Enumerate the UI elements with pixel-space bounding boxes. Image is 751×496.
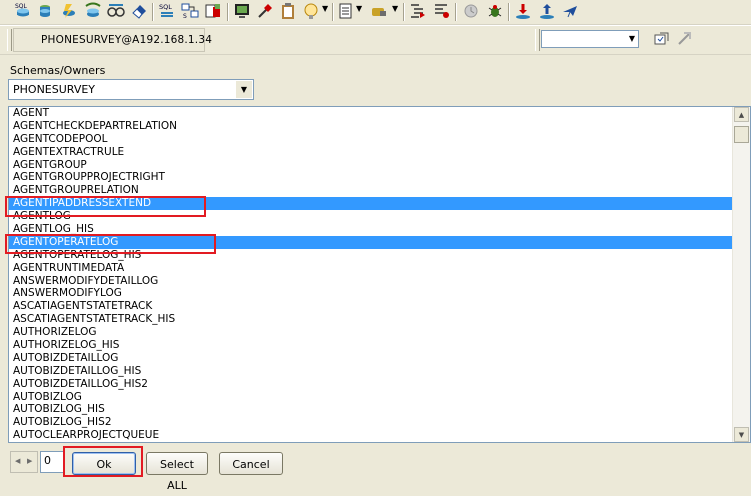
query-builder-icon[interactable]: S — [181, 2, 199, 20]
sql-green-icon[interactable] — [84, 2, 102, 20]
eraser-icon[interactable] — [130, 2, 148, 20]
sql-icon[interactable]: SQL — [158, 2, 176, 20]
list-item[interactable]: AUTHORIZELOG_HIS — [9, 339, 733, 352]
vertical-scrollbar[interactable]: ▲ ▼ — [732, 107, 750, 442]
monitor-icon[interactable] — [233, 2, 251, 20]
list-item[interactable]: ASCATIAGENTSTATETRACK — [9, 300, 733, 313]
disable-icon[interactable] — [462, 2, 480, 20]
import-icon[interactable] — [514, 2, 532, 20]
list-item[interactable]: AGENTRUNTIMEDATA — [9, 262, 733, 275]
list-item[interactable]: AUTOBIZLOG — [9, 391, 733, 404]
chevron-down-icon[interactable]: ▼ — [235, 81, 252, 98]
list-item[interactable]: ANSWERMODIFYLOG — [9, 287, 733, 300]
scroll-up-icon[interactable]: ▲ — [734, 107, 749, 122]
highlight-box — [63, 446, 143, 477]
list-item[interactable]: AUTOBIZLOG_HIS2 — [9, 416, 733, 429]
list-item[interactable]: AUTOBIZLOG_HIS — [9, 403, 733, 416]
list-item[interactable]: AUTOBIZDETAILLOG_HIS2 — [9, 378, 733, 391]
cancel-button[interactable]: Cancel — [219, 452, 283, 475]
list-item[interactable]: AGENTCHECKDEPARTRELATION — [9, 120, 733, 133]
select-all-button[interactable]: Select ALL — [146, 452, 208, 492]
chevron-down-icon[interactable]: ▼ — [629, 34, 635, 43]
table-export-icon[interactable] — [204, 2, 222, 20]
highlight-box — [5, 196, 206, 217]
schema-label: Schemas/Owners — [10, 64, 106, 77]
toolbar-handle[interactable] — [7, 29, 12, 51]
indent-icon[interactable] — [409, 2, 427, 20]
list-item[interactable]: AGENTGROUP — [9, 159, 733, 172]
toolbar-handle[interactable] — [535, 29, 540, 51]
list-item[interactable]: AGENT — [9, 107, 733, 120]
list-item[interactable]: AUTOCLEARPROJECTQUEUE — [9, 429, 733, 442]
debug-icon[interactable] — [486, 2, 504, 20]
chevron-right-icon[interactable]: ▶ — [27, 457, 32, 465]
toolbar: SQL SQL S ▼ ▼ ▼ — [0, 0, 751, 25]
connection-field[interactable]: PHONESURVEY@A192.168.1.34 — [13, 28, 212, 52]
plane-icon[interactable] — [561, 2, 579, 20]
schema-select-value: PHONESURVEY — [13, 83, 96, 96]
document-icon[interactable] — [337, 2, 355, 20]
list-item[interactable]: AUTOBIZDETAILLOG_HIS — [9, 365, 733, 378]
highlight-box — [5, 234, 216, 254]
connection-label: PHONESURVEY@A192.168.1.34 — [41, 34, 213, 46]
list-item[interactable]: AGENTCODEPOOL — [9, 133, 733, 146]
list-item[interactable]: AUTHORIZELOG — [9, 326, 733, 339]
commit-icon[interactable] — [654, 31, 670, 47]
tools-icon[interactable] — [370, 2, 388, 20]
list-item[interactable]: ANSWERMODIFYDETAILLOG — [9, 275, 733, 288]
compile-icon[interactable] — [60, 2, 78, 20]
object-list-items: AGENT AGENTCHECKDEPARTRELATION AGENTCODEPO… — [9, 107, 733, 442]
connection-combo[interactable]: ▼ — [541, 30, 639, 48]
sql-explain-icon[interactable] — [107, 2, 125, 20]
list-item[interactable]: AGENTEXTRACTRULE — [9, 146, 733, 159]
sql-db-icon[interactable]: SQL — [14, 2, 32, 20]
schema-select[interactable]: PHONESURVEY ▼ — [8, 79, 254, 100]
wand-icon[interactable] — [256, 2, 274, 20]
svg-text:S: S — [183, 13, 187, 20]
list-item[interactable]: AGENTGROUPPROJECTRIGHT — [9, 171, 733, 184]
rollback-icon[interactable] — [676, 31, 692, 47]
list-item[interactable]: ASCATIAGENTSTATETRACK_HIS — [9, 313, 733, 326]
export-icon[interactable] — [538, 2, 556, 20]
svg-text:SQL: SQL — [159, 3, 172, 11]
scroll-thumb[interactable] — [734, 126, 749, 143]
scroll-down-icon[interactable]: ▼ — [734, 427, 749, 442]
lightbulb-icon[interactable] — [302, 2, 320, 20]
bug-icon[interactable] — [433, 2, 451, 20]
page-spinner[interactable]: ◀ ▶ — [10, 451, 38, 473]
db-stack-icon[interactable] — [37, 2, 55, 20]
clipboard-icon[interactable] — [279, 2, 297, 20]
connection-bar: PHONESURVEY@A192.168.1.34 ▼ — [0, 25, 751, 55]
page-number-field[interactable]: 0 — [40, 451, 64, 473]
chevron-left-icon[interactable]: ◀ — [15, 457, 20, 465]
object-list[interactable]: AGENT AGENTCHECKDEPARTRELATION AGENTCODEPO… — [8, 106, 751, 443]
list-item[interactable]: AUTOBIZDETAILLOG — [9, 352, 733, 365]
